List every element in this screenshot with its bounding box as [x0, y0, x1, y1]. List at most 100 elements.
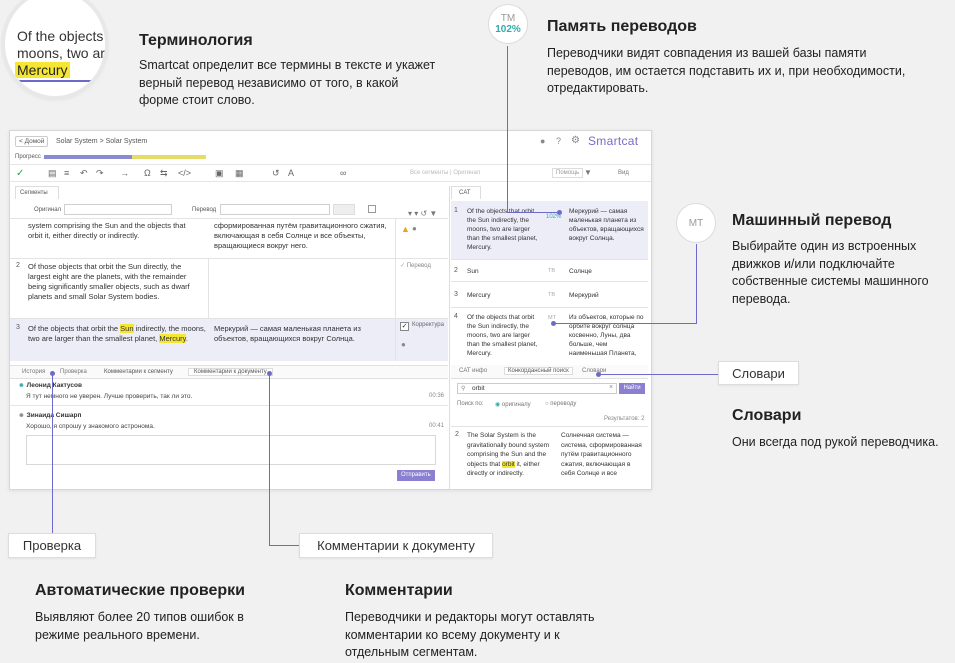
- chat-icon[interactable]: ●: [540, 136, 545, 146]
- tab-cat-info[interactable]: CAT инфо: [459, 368, 487, 374]
- comment-icon[interactable]: ●: [412, 224, 417, 233]
- comments-desc: Переводчики и редакторы могут оставлять …: [345, 610, 595, 659]
- segment-3-source[interactable]: Of the objects that orbit the Sun indire…: [28, 324, 208, 344]
- concordance-num: 2: [455, 431, 459, 438]
- comment-1-time: 00:36: [429, 393, 445, 399]
- comment-1-text: Я тут немного не уверен. Лучше проверить…: [26, 393, 193, 400]
- list-icon[interactable]: ≡: [64, 168, 69, 178]
- gear-icon[interactable]: ⚙: [571, 135, 580, 146]
- status-col-divider: [395, 218, 396, 361]
- concordance-search[interactable]: ⚲ orbit ×: [457, 383, 617, 394]
- filter-icon[interactable]: ▦: [235, 168, 244, 179]
- all-segments-select[interactable]: Все сегменты | Оригинал: [410, 170, 480, 176]
- terminology-desc: Smartcat определит все термины в тексте …: [139, 58, 436, 107]
- search-value: orbit: [472, 385, 485, 392]
- confirm-icon[interactable]: ✓: [16, 168, 24, 179]
- comment-1-author: ☻ Леонид Кактусов: [18, 382, 82, 389]
- comment-2-author: ☻ Зинаида Сишарп: [18, 412, 82, 419]
- mt-connector-v: [696, 244, 697, 324]
- code-icon[interactable]: </>: [178, 168, 191, 178]
- bottom-tabs: История Проверка Комментарии к сегменту …: [10, 365, 448, 379]
- filter-icons[interactable]: ▾ ▾ ↺ ▼: [408, 203, 453, 218]
- view-label[interactable]: Вид: [618, 170, 629, 176]
- tm-connector-dot: [557, 210, 562, 215]
- copy-icon[interactable]: ▤: [48, 168, 57, 179]
- arrow-icon[interactable]: →: [120, 168, 129, 178]
- mt-title: Машинный перевод: [732, 212, 892, 229]
- comments-connector-v: [269, 374, 270, 546]
- logo: Smartcat: [588, 134, 639, 148]
- omega-icon[interactable]: Ω: [144, 168, 151, 178]
- cat-row-3-target: Меркурий: [569, 292, 599, 299]
- cat-tab[interactable]: CAT: [451, 186, 481, 199]
- terminology-title: Терминология: [139, 32, 253, 49]
- tab-segment-comments[interactable]: Комментарии к сегменту: [104, 369, 173, 375]
- redo-icon[interactable]: ↷: [96, 168, 104, 179]
- filter-nav-buttons[interactable]: [333, 204, 355, 215]
- tm-connector-h: [507, 212, 559, 213]
- segment-3-number: 3: [16, 324, 20, 331]
- progress-label: Прогресс: [15, 154, 41, 160]
- dict-connector-dot: [596, 372, 601, 377]
- tm-badge-value: 102%: [495, 24, 521, 35]
- segment-1-source[interactable]: system comprising the Sun and the object…: [28, 221, 198, 241]
- undo-icon[interactable]: ↶: [80, 168, 88, 179]
- zoom-line-1: Of the objects: [17, 28, 104, 44]
- segment-1-target[interactable]: сформированная путём гравитационного сжа…: [214, 221, 394, 251]
- radio-target[interactable]: ○ переводу: [545, 401, 576, 407]
- zoom-underline: [5, 80, 105, 82]
- cat-row-2-score: TB: [548, 268, 556, 274]
- concordance-divider: [451, 426, 648, 427]
- tab-history[interactable]: История: [22, 369, 45, 375]
- checks-callout: Проверка: [8, 533, 96, 558]
- tab-document-comments[interactable]: Комментарии к документу: [188, 368, 273, 376]
- send-button[interactable]: Отправить: [397, 470, 435, 481]
- mt-desc: Выбирайте один из встроенных движков и/и…: [732, 239, 929, 306]
- search-in-label: Поиск по:: [457, 401, 484, 407]
- warning-icon[interactable]: ▲: [401, 224, 410, 234]
- segment-2-status: ✓ Перевод: [400, 263, 431, 269]
- cat-row-2-source: Sun: [467, 268, 479, 275]
- segment-3-target[interactable]: Меркурий — самая маленькая планета из об…: [214, 324, 390, 344]
- swap-icon[interactable]: ⇆: [160, 168, 168, 179]
- segment-2-source[interactable]: Of those objects that orbit the Sun dire…: [28, 262, 203, 302]
- radio-source[interactable]: ◉ оригиналу: [495, 401, 531, 408]
- cat-row-1-num: 1: [454, 207, 458, 214]
- dict-callout: Словари: [718, 361, 799, 385]
- zoom-line-2: moons, two ar: [17, 45, 105, 61]
- tab-check[interactable]: Проверка: [60, 369, 87, 375]
- segment-3-checkbox[interactable]: ✓: [400, 322, 409, 331]
- comments-connector-h: [269, 545, 299, 546]
- find-button[interactable]: Найти: [619, 383, 645, 394]
- right-tabs: CAT инфо Конкордансный поиск Словари: [451, 365, 648, 379]
- checks-connector-dot: [50, 371, 55, 376]
- source-filter-input[interactable]: [64, 204, 172, 215]
- cat-row-3-source: Mercury: [467, 292, 491, 299]
- zoom-term: Mercury: [15, 62, 70, 78]
- segments-tab[interactable]: Сегменты: [15, 186, 59, 199]
- rotate-icon[interactable]: ↺: [272, 168, 280, 179]
- segment-3-comment-icon[interactable]: ●: [401, 340, 406, 349]
- clear-icon[interactable]: ×: [609, 384, 613, 391]
- download-icon[interactable]: ▼: [584, 168, 592, 177]
- comment-textarea[interactable]: [26, 435, 436, 465]
- comment-2-text: Хорошо, я спрошу у знакомого астронома.: [26, 423, 155, 430]
- dict-connector: [600, 374, 718, 375]
- tab-concordance[interactable]: Конкордансный поиск: [504, 367, 573, 375]
- comments-title: Комментарии: [345, 582, 453, 599]
- target-filter-input[interactable]: [220, 204, 330, 215]
- segment-table: system comprising the Sun and the object…: [10, 218, 448, 361]
- camera-icon[interactable]: ▣: [215, 168, 224, 179]
- mt-badge-label: MT: [688, 217, 704, 229]
- progress-done: [44, 155, 132, 159]
- home-button[interactable]: < Домой: [15, 136, 49, 147]
- tm-badge: TM 102%: [488, 4, 528, 44]
- case-checkbox[interactable]: [368, 205, 376, 213]
- help-button[interactable]: Помощь: [552, 168, 584, 178]
- comments-connector-dot: [267, 371, 272, 376]
- help-icon[interactable]: ?: [556, 136, 561, 146]
- cat-row-4-source: Of the objects that orbit the Sun indire…: [467, 314, 538, 357]
- target-label: Перевод: [192, 207, 217, 213]
- link-icon[interactable]: ∞: [340, 168, 346, 178]
- spell-icon[interactable]: A: [288, 168, 294, 178]
